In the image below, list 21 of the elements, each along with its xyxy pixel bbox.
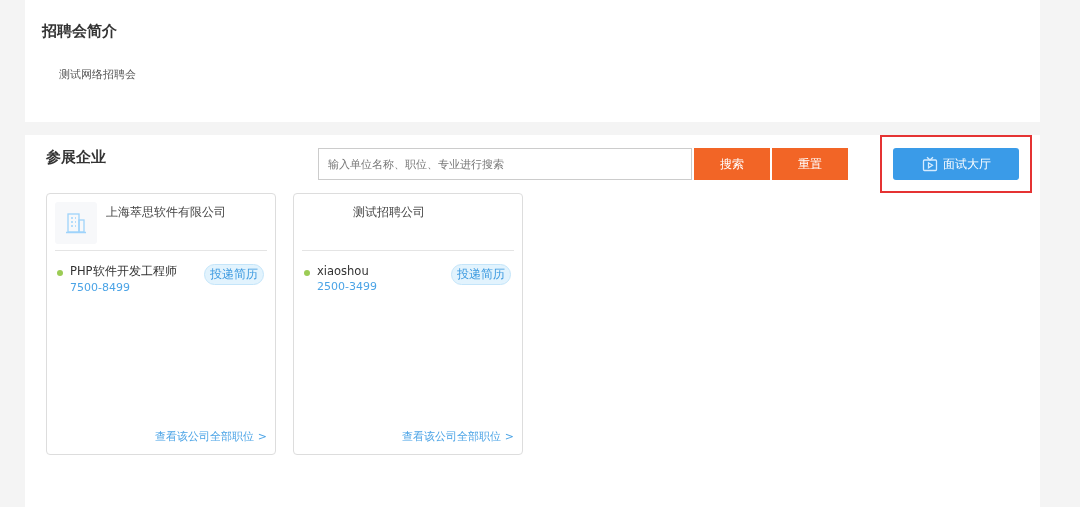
apply-button[interactable]: 投递简历 <box>204 264 264 285</box>
company-name[interactable]: 上海萃思软件有限公司 <box>106 204 226 250</box>
apply-button[interactable]: 投递简历 <box>451 264 511 285</box>
search-button[interactable]: 搜索 <box>694 148 770 180</box>
job-title[interactable]: xiaoshou <box>317 264 451 278</box>
view-all-jobs-link[interactable]: 查看该公司全部职位 > <box>155 429 267 444</box>
tv-play-icon <box>921 156 938 172</box>
section-title: 参展企业 <box>46 148 107 167</box>
view-all-jobs-link[interactable]: 查看该公司全部职位 > <box>402 429 514 444</box>
company-name[interactable]: 测试招聘公司 <box>353 204 425 250</box>
status-dot <box>57 270 63 276</box>
section-title: 招聘会简介 <box>42 22 118 41</box>
interview-hall-button[interactable]: 面试大厅 <box>893 148 1019 180</box>
building-icon <box>65 212 87 234</box>
job-title[interactable]: PHP软件开发工程师 <box>70 264 204 279</box>
status-dot <box>304 270 310 276</box>
reset-button[interactable]: 重置 <box>772 148 848 180</box>
intro-text: 测试网络招聘会 <box>59 67 137 82</box>
search-field[interactable]: 输入单位名称、职位、专业进行搜索 <box>318 148 692 180</box>
salary-range: 2500-3499 <box>317 280 378 293</box>
salary-range: 7500-8499 <box>70 281 131 294</box>
